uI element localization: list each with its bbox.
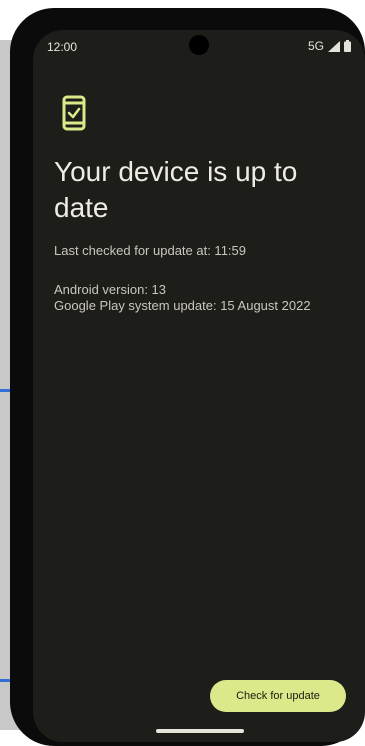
gesture-nav-handle[interactable] — [156, 729, 244, 733]
status-time: 12:00 — [47, 40, 78, 54]
version-info: Android version: 13 Google Play system u… — [54, 282, 339, 314]
check-for-update-button[interactable]: Check for update — [210, 680, 346, 712]
network-type: 5G — [307, 39, 324, 53]
last-checked-text: Last checked for update at: 11:59 — [54, 243, 247, 258]
android-version-text: Android version: 13 — [54, 282, 167, 297]
status-indicators: 5G — [308, 39, 351, 53]
front-camera — [189, 35, 209, 55]
page-title: Your device is up to date — [54, 156, 298, 223]
phone-screen: 12:00 5G Your device is up to date Last … — [33, 30, 365, 742]
play-system-update-text: Google Play system update: 15 August 202… — [54, 298, 311, 313]
phone-frame: 12:00 5G Your device is up to date Last … — [10, 8, 365, 746]
battery-icon — [344, 40, 351, 52]
phone-check-icon — [62, 95, 86, 131]
status-bar: 12:00 5G — [33, 30, 365, 64]
signal-icon — [328, 40, 340, 52]
